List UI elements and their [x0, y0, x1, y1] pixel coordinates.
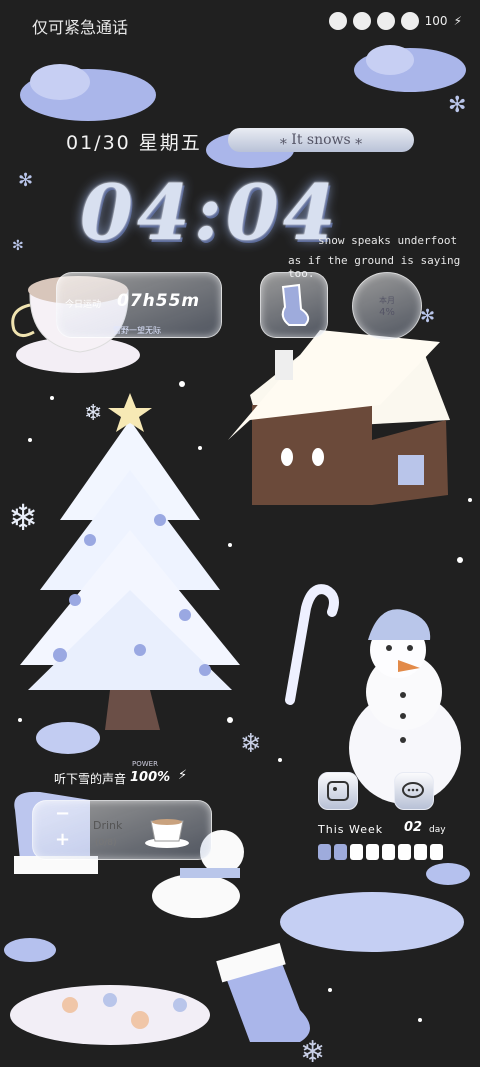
status-icons: 100 ⚡ — [328, 12, 462, 30]
week-day-cell — [334, 844, 347, 860]
monthly-progress-widget[interactable]: 本月 4% — [352, 272, 422, 340]
candy-cane-icon — [285, 584, 339, 705]
steps-caption: 雪野一望无际 — [113, 326, 161, 335]
bear-icon — [352, 12, 371, 30]
week-day-cell — [398, 844, 411, 860]
lockscreen-clock[interactable]: 04:04 — [80, 168, 340, 257]
battery-percent: 100% — [130, 770, 171, 785]
week-day-cell — [318, 844, 331, 860]
drink-plus-button[interactable]: + — [55, 829, 70, 850]
charging-icon: ⚡ — [453, 14, 462, 28]
battery-level: 100 — [424, 14, 448, 28]
christmas-tree-icon — [20, 393, 240, 730]
svg-text:✻: ✻ — [420, 306, 435, 327]
drink-count: (0/8) — [95, 838, 117, 848]
snowflake-icon: ⁎ — [350, 132, 363, 148]
sock-widget[interactable] — [260, 272, 328, 338]
steps-widget[interactable]: 今日运动 07h55m 雪野一望无际 — [56, 272, 222, 338]
drink-name: Drink — [93, 819, 123, 832]
svg-text:❄: ❄ — [84, 401, 102, 426]
bunny-icon — [328, 12, 347, 30]
messages-app-icon[interactable] — [394, 772, 434, 810]
week-title: This Week — [318, 823, 384, 836]
gallery-app-icon[interactable] — [318, 772, 358, 810]
steps-label: 今日运动 — [65, 300, 102, 310]
week-unit: day — [429, 825, 446, 835]
song-title[interactable]: 听下雪的声音 — [54, 770, 126, 787]
power-label: POWER — [132, 760, 158, 768]
rabbit-icon — [400, 12, 419, 30]
svg-text:✻: ✻ — [18, 170, 33, 191]
svg-text:❄: ❄ — [300, 1035, 325, 1067]
monthly-progress-value: 4% — [379, 307, 395, 318]
status-emergency-calls-only: 仅可紧急通话 — [32, 18, 129, 37]
drink-minus-button[interactable]: − — [55, 803, 70, 824]
week-count: 02 — [404, 820, 423, 835]
snow-pile-icon — [10, 985, 210, 1045]
house-icon — [228, 330, 450, 505]
handwriting-line-1: snow speaks underfoot — [318, 234, 458, 247]
drink-widget[interactable]: − + Drink (0/8) — [32, 800, 212, 860]
svg-text:✻: ✻ — [12, 238, 24, 254]
weather-text: It snows — [291, 132, 351, 148]
week-day-cell — [382, 844, 395, 860]
svg-text:❄: ❄ — [240, 729, 262, 759]
tea-cup-icon — [145, 819, 189, 848]
svg-text:✻: ✻ — [448, 93, 466, 118]
lightning-icon: ⚡ — [178, 768, 188, 783]
illustration-background: ✻ ✻ ❄ ❄ ❄ ✻ ❄ ✻ — [4, 45, 472, 1067]
steps-value: 07h55m — [117, 291, 201, 311]
date-text: 01/30 星期五 — [66, 132, 202, 154]
cat-face-icon — [376, 12, 395, 30]
weather-pill[interactable]: ⁎ It snows ⁎ — [228, 128, 414, 152]
week-day-cell — [350, 844, 363, 860]
svg-text:❄: ❄ — [8, 498, 38, 539]
snowflake-icon: ⁎ — [279, 132, 292, 148]
week-day-cell — [430, 844, 443, 860]
sock-icon — [281, 283, 310, 326]
week-day-cell — [414, 844, 427, 860]
week-day-cell — [366, 844, 379, 860]
monthly-progress-label: 本月 — [379, 296, 395, 305]
stocking-icon — [216, 943, 310, 1042]
